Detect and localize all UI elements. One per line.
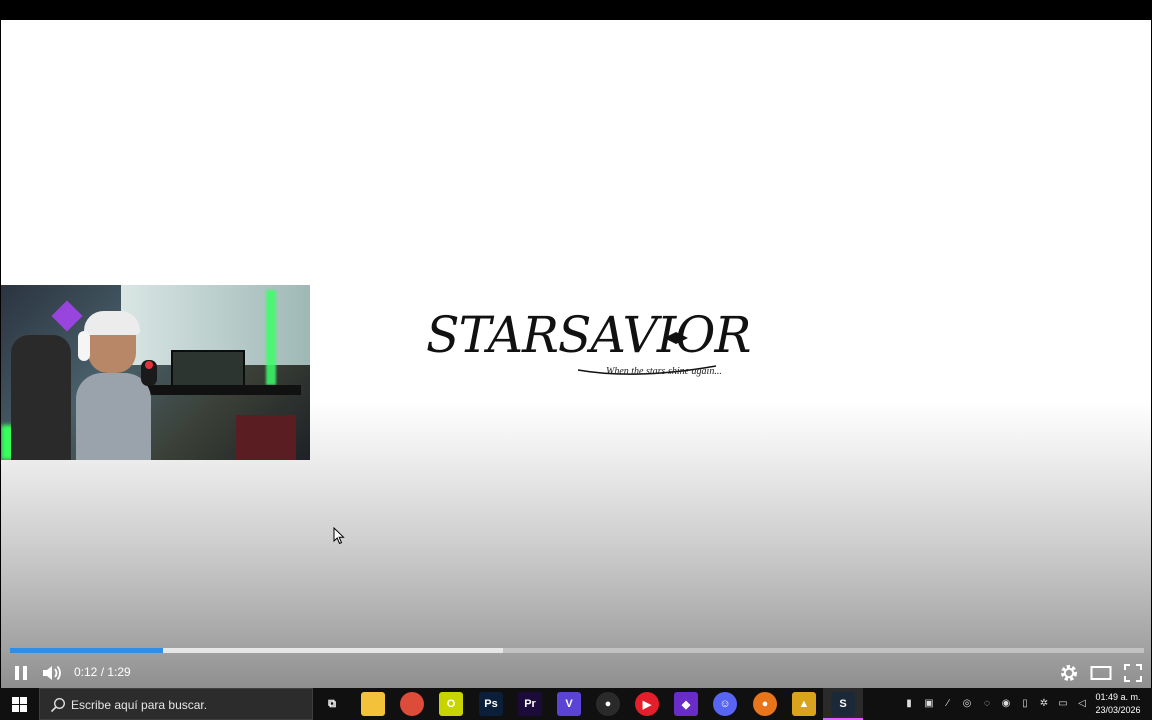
chrome-tray-icon[interactable]: ◉	[999, 696, 1013, 710]
streaming-app-icon[interactable]: ◆	[674, 692, 698, 716]
mouse-cursor	[333, 527, 345, 545]
time-display: 0:12 / 1:29	[74, 665, 131, 679]
video-player[interactable]: STARSAVIOR When the stars shine again...…	[1, 20, 1151, 688]
chrome-icon[interactable]	[400, 692, 424, 716]
webcam-person-shirt	[76, 373, 151, 460]
steam-icon[interactable]: S	[831, 692, 855, 716]
network-icon[interactable]: ▭	[1056, 696, 1070, 710]
webcam-person	[76, 311, 151, 460]
speaker-icon[interactable]: ◁	[1075, 696, 1089, 710]
player-controls: 0:12 / 1:29	[1, 657, 1151, 688]
webcam-overlay	[1, 285, 310, 460]
game-logo: STARSAVIOR When the stars shine again...	[426, 304, 751, 384]
webcam-green-led	[266, 290, 276, 385]
youtube-music-icon[interactable]: ▶	[635, 692, 659, 716]
progress-bar[interactable]	[10, 648, 1144, 653]
pause-icon[interactable]	[9, 661, 33, 685]
browser-app-icon[interactable]: ●	[753, 692, 777, 716]
bluetooth-icon[interactable]: ✲	[1037, 696, 1051, 710]
fullscreen-icon[interactable]	[1121, 661, 1145, 685]
nvidia-icon[interactable]: ▣	[922, 696, 936, 710]
webcam-headphones	[78, 331, 90, 361]
webcam-monitor	[171, 350, 245, 390]
usb-icon[interactable]: ▯	[1018, 696, 1032, 710]
search-placeholder: Escribe aquí para buscar.	[71, 698, 208, 712]
settings-gear-icon[interactable]	[1057, 661, 1081, 685]
v-app-icon[interactable]: V	[557, 692, 581, 716]
pen-icon[interactable]: ∕	[941, 696, 955, 710]
logo-title: STARSAVIOR	[426, 306, 751, 364]
file-explorer-icon[interactable]	[361, 692, 385, 716]
volume-icon[interactable]	[40, 661, 64, 685]
taskbar-clock[interactable]: 01:49 a. m. 23/03/2026	[1092, 691, 1144, 717]
progress-played	[10, 648, 164, 653]
vpn-icon[interactable]: ◌	[980, 696, 994, 710]
discord-icon[interactable]: ☺	[713, 692, 737, 716]
start-button[interactable]	[0, 688, 38, 720]
clock-time: 01:49 a. m.	[1095, 692, 1141, 702]
premiere-icon[interactable]: Pr	[518, 692, 542, 716]
top-black-bar	[0, 0, 1152, 20]
photoshop-icon[interactable]: Ps	[479, 692, 503, 716]
webcam-desk	[131, 385, 301, 395]
webcam-person-cap	[84, 311, 140, 335]
windows-taskbar: Escribe aquí para buscar. ⧉ O Ps Pr V ● ▶ ◆ ☺ ● ▲ S…	[0, 688, 1152, 720]
search-icon	[50, 697, 66, 713]
logo-tagline: When the stars shine again...	[606, 366, 722, 377]
windows-logo-icon	[11, 696, 27, 712]
opera-gx-icon[interactable]: O	[439, 692, 463, 716]
launcher-app-icon[interactable]: ▲	[792, 692, 816, 716]
webcam-mic-indicator	[145, 361, 153, 369]
taskbar-search[interactable]: Escribe aquí para buscar.	[39, 688, 313, 720]
app-tray-icon[interactable]: ▮	[902, 696, 916, 710]
webcam-chair	[11, 335, 71, 460]
theater-mode-icon[interactable]	[1089, 661, 1113, 685]
steam-tray-icon[interactable]: ◎	[960, 696, 974, 710]
obs-icon[interactable]: ●	[596, 692, 620, 716]
clock-date: 23/03/2026	[1095, 705, 1141, 715]
task-view-icon[interactable]: ⧉	[320, 692, 344, 716]
webcam-red-object	[236, 415, 296, 460]
